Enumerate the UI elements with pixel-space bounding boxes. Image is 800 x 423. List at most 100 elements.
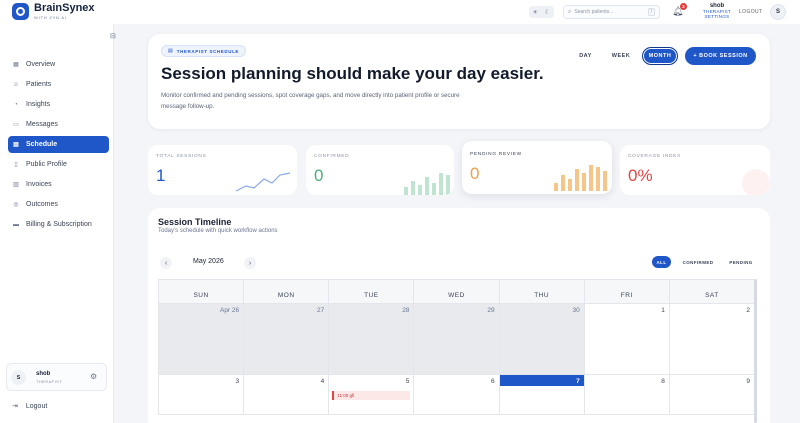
day-number: 27 [317,307,325,314]
weekday-label: THU [500,280,585,303]
app-name: BrainSynex [34,2,95,14]
sidebar-user-card[interactable]: S shob THERAPIST ⚙ [6,363,107,391]
sidebar: ⊟ ▦ Overview ☺ Patients ◔ Insights ▭ Mes… [0,24,116,423]
section-tag: ▤ THERAPIST SCHEDULE [161,45,247,57]
card-icon: ▬ [13,221,19,228]
app-logo[interactable]: BrainSynex WITH ZYN AI [12,3,95,20]
calendar-day-cell[interactable]: 4 [244,375,330,414]
calendar-icon: ▤ [13,142,19,148]
section-title: Session Timeline [158,217,232,227]
stat-value: 0 [470,164,480,183]
sidebar-item-outcomes[interactable]: ◎ Outcomes [8,196,109,213]
sidebar-item-public-profile[interactable]: ▯ Public Profile [8,156,109,173]
calendar-day-cell[interactable]: Apr 26 [159,304,245,374]
sidebar-user-name: shob [36,371,51,377]
sidebar-item-label: Outcomes [26,201,58,208]
stat-label: COVERAGE INDEX [628,154,681,159]
filter-pending-button[interactable]: PENDING [724,256,758,268]
weekday-label: MON [244,280,330,303]
calendar-day-cell[interactable]: 29 [414,304,500,374]
calendar-day-cell[interactable]: 3 [159,375,245,414]
range-month-button[interactable]: MONTH [642,47,678,65]
calendar-week-row: Apr 26 27 28 29 30 1 2 [159,304,754,375]
stat-card-pending-review[interactable]: PENDING REVIEW 0 [462,141,612,194]
stat-label: PENDING REVIEW [470,152,522,157]
sidebar-item-label: Messages [26,121,58,128]
calendar-weekday-header: SUN MON TUE WED THU FRI SAT [159,280,754,304]
sidebar-collapse-icon[interactable]: ⊟ [110,32,116,40]
sidebar-item-label: Overview [26,61,56,68]
sidebar-item-invoices[interactable]: ▥ Invoices [8,176,109,193]
user-role-settings: THERAPIST SETTINGS [703,9,731,19]
session-event[interactable]: 11:00 gfi [332,391,411,400]
filter-all-button[interactable]: ALL [652,256,671,268]
day-number: 6 [490,378,495,385]
weekday-label: SUN [159,280,245,303]
moon-icon[interactable]: ☾ [545,9,550,16]
calendar-day-cell[interactable]: 8 [585,375,670,414]
sidebar-item-insights[interactable]: ◔ Insights [8,96,109,113]
sidebar-item-overview[interactable]: ▦ Overview [8,56,109,73]
sidebar-item-schedule[interactable]: ▤ Schedule [8,136,109,153]
pending-mini-bars [554,165,607,191]
user-settings-link[interactable]: shob THERAPIST SETTINGS [700,3,734,19]
sidebar-item-label: Billing & Subscription [26,221,92,228]
section-subtitle: Today's schedule with quick workflow act… [158,228,278,234]
target-icon: ◎ [13,202,19,208]
weekday-label: WED [414,280,500,303]
page-title: Session planning should make your day ea… [161,64,544,83]
calendar-icon: ▤ [168,48,173,54]
sidebar-item-label: Patients [26,81,52,88]
sidebar-item-label: Invoices [26,181,52,188]
sparkline-chart [235,172,291,192]
logout-label: Logout [25,402,48,410]
sidebar-item-patients[interactable]: ☺ Patients [8,76,109,93]
calendar-day-cell[interactable]: 5 11:00 gfi [329,375,415,414]
today-highlight [499,375,584,386]
chevron-right-icon[interactable]: › [244,257,256,269]
stat-value: 1 [156,166,166,185]
stat-card-confirmed: CONFIRMED 0 [306,145,454,195]
gear-icon[interactable]: ⚙ [90,372,97,381]
search-input[interactable]: ⌕ Search patients... / [563,5,660,19]
day-number: 30 [572,307,580,314]
calendar-day-cell[interactable]: 27 [244,304,330,374]
logout-link[interactable]: LOGOUT [739,9,763,15]
sidebar-item-messages[interactable]: ▭ Messages [8,116,109,133]
calendar-day-cell-today[interactable]: 7 [499,375,585,414]
range-day-button[interactable]: DAY [573,47,598,65]
day-number: 29 [487,307,495,314]
calendar-day-cell[interactable]: 28 [329,304,415,374]
sidebar-item-billing[interactable]: ▬ Billing & Subscription [8,216,109,233]
section-tag-label: THERAPIST SCHEDULE [176,48,240,54]
session-timeline-card: Session Timeline Today's schedule with q… [148,208,770,423]
calendar-day-cell[interactable]: 30 [499,304,585,374]
calendar-day-cell[interactable]: 1 [585,304,670,374]
filter-confirmed-button[interactable]: CONFIRMED [678,256,718,268]
chevron-left-icon[interactable]: ‹ [160,257,172,269]
weekday-label: TUE [329,280,415,303]
logout-icon: ⇥ [12,403,18,410]
notification-badge: 2 [680,3,687,10]
book-session-button[interactable]: + BOOK SESSION [685,47,756,65]
stat-label: TOTAL SESSIONS [156,154,207,159]
theme-toggle[interactable]: ☀ ☾ [529,6,554,18]
calendar-day-cell[interactable]: 2 [670,304,754,374]
day-number: 3 [235,378,240,385]
stat-value: 0% [628,166,653,185]
day-number: Apr 26 [219,307,240,314]
calendar-day-cell[interactable]: 6 [414,375,500,414]
sidebar-logout-button[interactable]: ⇥ Logout [12,402,48,411]
avatar[interactable]: S [770,4,786,20]
search-shortcut-key: / [647,8,655,16]
stat-value: 0 [314,166,324,185]
range-week-button[interactable]: WEEK [607,47,635,65]
sun-icon[interactable]: ☀ [533,9,538,16]
calendar-scrollbar[interactable] [754,279,757,423]
calendar-day-cell[interactable]: 9 [670,375,754,414]
day-number: 7 [576,378,580,385]
sidebar-user-role: THERAPIST [36,379,63,384]
sidebar-item-label: Schedule [26,141,58,148]
app-tagline: WITH ZYN AI [34,15,67,20]
confirmed-mini-bars [404,173,450,195]
